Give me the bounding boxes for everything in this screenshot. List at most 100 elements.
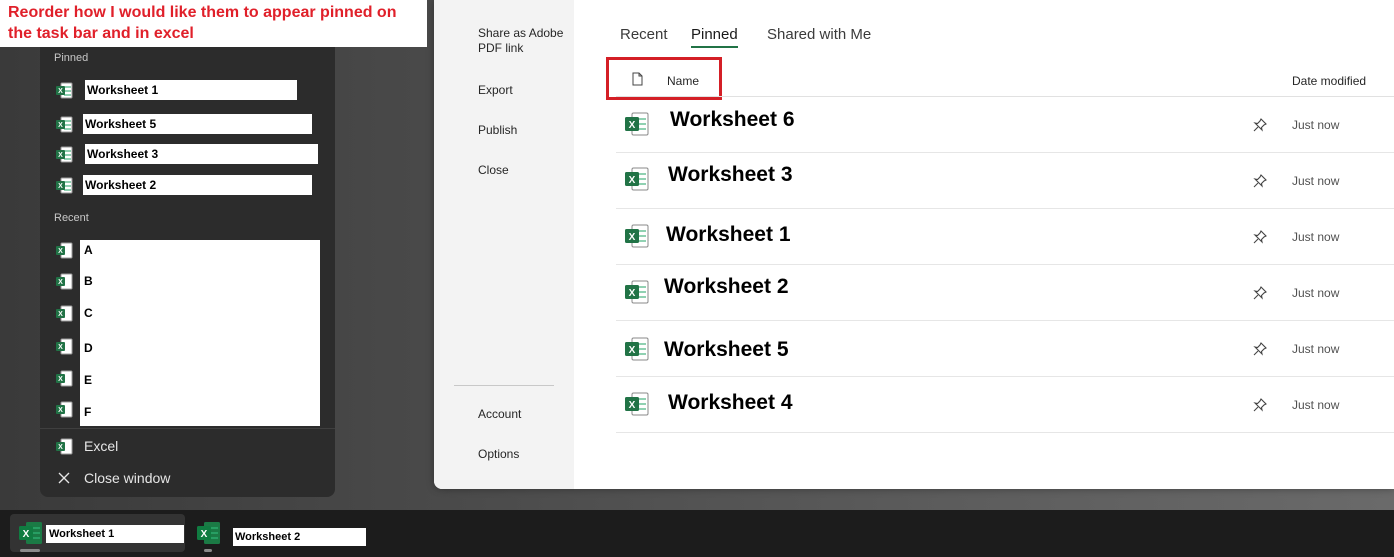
pin-icon[interactable] [1252,285,1268,301]
file-date: Just now [1292,342,1340,356]
recent-item[interactable]: E [84,373,92,387]
pin-icon[interactable] [1252,397,1268,413]
taskbar-app-worksheet-2[interactable]: X Worksheet 2 [190,514,370,552]
excel-icon: X [625,224,649,248]
file-date: Just now [1292,230,1340,244]
tab-shared-with-me[interactable]: Shared with Me [767,26,871,46]
file-name[interactable]: Worksheet 6 [670,108,795,132]
svg-text:X: X [58,311,63,318]
excel-icon: X [56,116,73,133]
excel-icon: X [56,401,73,418]
nav-options[interactable]: Options [478,447,570,462]
excel-icon: X [56,146,73,163]
backstage-nav: Share as Adobe PDF link Export Publish C… [434,0,574,489]
excel-icon: X [56,242,73,259]
file-row[interactable]: X Worksheet 5 Just now [616,321,1394,377]
nav-close[interactable]: Close [478,163,570,178]
svg-text:X: X [629,345,636,356]
excel-icon: X [625,337,649,361]
pinned-item-label: Worksheet 5 [85,117,157,131]
file-row[interactable]: X Worksheet 4 Just now [616,377,1394,433]
file-name[interactable]: Worksheet 3 [668,163,793,187]
taskbar-app-label: Worksheet 1 [49,528,115,540]
svg-text:X: X [629,120,636,131]
recent-item[interactable]: B [84,274,93,288]
excel-icon: X [56,438,73,455]
svg-text:X: X [58,248,63,255]
nav-divider [454,385,554,386]
column-header-date-modified[interactable]: Date modified [1292,74,1366,88]
file-row[interactable]: X Worksheet 2 Just now [616,265,1394,321]
svg-text:X: X [629,288,636,299]
nav-export[interactable]: Export [478,83,570,98]
file-row[interactable]: X Worksheet 6 Just now [616,97,1394,153]
taskbar: X Worksheet 1 X Worksheet 2 [0,510,1394,557]
svg-text:X: X [58,376,63,383]
excel-icon: X [56,273,73,290]
recent-section-header: Recent [54,212,89,224]
pinned-item-label: Worksheet 2 [85,178,157,192]
close-window-label: Close window [84,470,171,486]
running-indicator [20,549,40,552]
svg-text:X: X [201,529,208,540]
pinned-item-label: Worksheet 1 [87,83,159,97]
excel-icon: X [625,280,649,304]
excel-icon: X [56,338,73,355]
jump-list-pinned-item[interactable]: X Worksheet 3 [56,144,326,168]
pinned-item-label: Worksheet 3 [87,147,159,161]
svg-text:X: X [629,232,636,243]
svg-text:X: X [23,529,30,540]
file-date: Just now [1292,118,1340,132]
running-indicator [204,549,212,552]
pinned-section-header: Pinned [54,52,89,64]
tab-pinned[interactable]: Pinned [691,26,738,48]
excel-backstage-window: Share as Adobe PDF link Export Publish C… [434,0,1394,489]
taskbar-jump-list: Pinned X Worksheet 1 X Worksheet 5 X Wor… [40,0,335,497]
file-name[interactable]: Worksheet 4 [668,391,793,415]
recent-items-mask [80,240,320,426]
recent-item[interactable]: F [84,405,91,419]
svg-text:X: X [58,279,63,286]
svg-text:X: X [58,122,63,129]
excel-icon: X [197,522,220,544]
svg-text:X: X [629,175,636,186]
jump-list-pinned-item[interactable]: X Worksheet 1 [56,80,326,104]
jump-list-pinned-item[interactable]: X Worksheet 5 [56,114,326,138]
taskbar-app-label: Worksheet 2 [235,531,301,543]
nav-share-adobe-pdf[interactable]: Share as Adobe PDF link [478,26,570,56]
file-name[interactable]: Worksheet 5 [664,338,789,362]
name-column-highlight [606,57,722,100]
excel-icon: X [56,305,73,322]
pin-icon[interactable] [1252,173,1268,189]
column-header-name[interactable]: Name [667,74,699,88]
file-row[interactable]: X Worksheet 1 Just now [616,209,1394,265]
taskbar-app-worksheet-1[interactable]: X Worksheet 1 [10,514,185,552]
annotation-note: Reorder how I would like them to appear … [0,0,427,47]
excel-icon: X [56,82,73,99]
pin-icon[interactable] [1252,341,1268,357]
file-name[interactable]: Worksheet 1 [666,223,791,247]
jump-list-pinned-item[interactable]: X Worksheet 2 [56,175,326,199]
tab-recent[interactable]: Recent [620,26,668,46]
nav-account[interactable]: Account [478,407,570,422]
recent-item[interactable]: C [84,306,93,320]
file-row[interactable]: X Worksheet 3 Just now [616,153,1394,209]
nav-publish[interactable]: Publish [478,123,570,138]
excel-icon: X [625,112,649,136]
recent-item[interactable]: A [84,243,93,257]
file-icon [632,72,643,86]
open-excel-action[interactable]: X Excel [56,437,256,457]
svg-text:X: X [58,183,63,190]
pin-icon[interactable] [1252,117,1268,133]
excel-icon: X [19,522,42,544]
svg-text:X: X [58,88,63,95]
file-date: Just now [1292,286,1340,300]
file-date: Just now [1292,398,1340,412]
close-window-action[interactable]: Close window [56,469,256,489]
recent-item[interactable]: D [84,341,93,355]
jump-list-divider [40,428,335,429]
pin-icon[interactable] [1252,229,1268,245]
svg-text:X: X [58,444,63,451]
file-name[interactable]: Worksheet 2 [664,275,789,299]
svg-text:X: X [58,407,63,414]
